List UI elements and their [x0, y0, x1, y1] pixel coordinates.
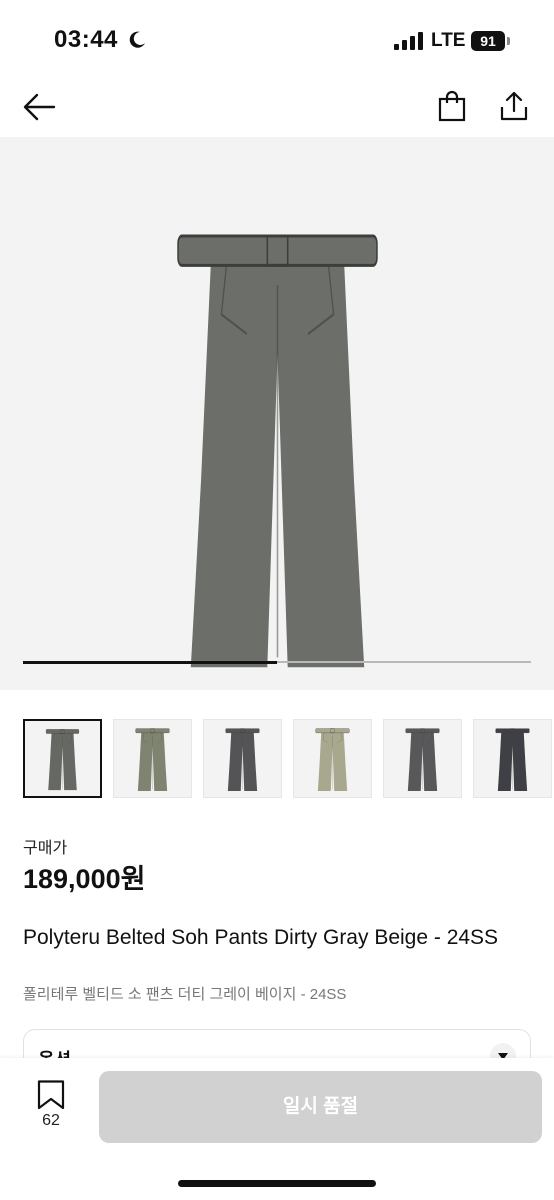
battery-indicator: 91: [471, 31, 505, 51]
product-image-gallery[interactable]: [0, 137, 554, 690]
price-label: 구매가: [23, 840, 68, 857]
battery-tip: [507, 37, 510, 45]
price-value: 189,000원: [23, 864, 146, 894]
pants-illustration: [177, 234, 378, 668]
color-thumbnails: [23, 719, 554, 799]
network-label: LTE: [431, 30, 466, 51]
sold-out-button[interactable]: 일시 품절: [99, 1071, 542, 1143]
nav-bar: [0, 80, 554, 136]
cellular-signal-icon: [394, 32, 423, 50]
moon-icon: [129, 31, 145, 48]
status-bar: 03:44 LTE 91: [0, 0, 554, 80]
color-thumbnail[interactable]: [23, 719, 102, 798]
product-title: Polyteru Belted Soh Pants Dirty Gray Bei…: [23, 926, 499, 949]
color-thumbnail[interactable]: [113, 719, 192, 798]
color-thumbnail[interactable]: [203, 719, 282, 798]
bottom-action-bar: 62 일시 품절: [0, 1058, 554, 1200]
bookmark-count: 62: [42, 1112, 60, 1129]
status-time: 03:44: [54, 26, 118, 53]
bookmark-button[interactable]: 62: [30, 1080, 72, 1136]
shopping-bag-icon[interactable]: [437, 90, 467, 122]
product-subtitle: 폴리테루 벨티드 소 팬츠 더티 그레이 베이지 - 24SS: [23, 986, 347, 1003]
product-image: [177, 234, 378, 668]
gallery-progress-bar: [23, 660, 531, 664]
color-thumbnail[interactable]: [473, 719, 552, 798]
color-thumbnail[interactable]: [293, 719, 372, 798]
bookmark-icon: [37, 1080, 65, 1110]
arrow-left-icon[interactable]: [22, 92, 56, 122]
share-icon[interactable]: [498, 90, 530, 122]
gallery-progress-fill: [23, 660, 277, 664]
home-indicator: [178, 1180, 376, 1187]
color-thumbnail[interactable]: [383, 719, 462, 798]
